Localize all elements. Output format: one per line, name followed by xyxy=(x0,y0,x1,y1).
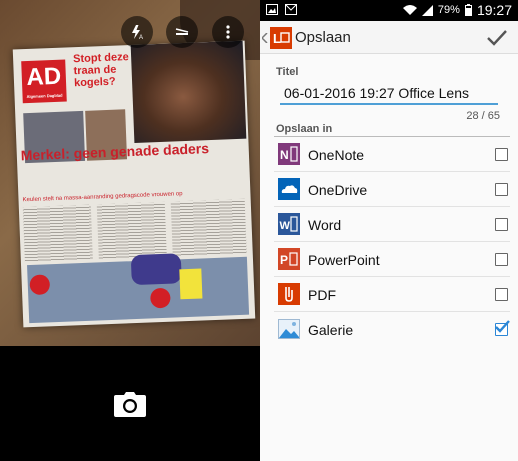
gallery-icon xyxy=(278,319,300,339)
destination-checkbox[interactable] xyxy=(495,288,508,301)
action-bar: L Opslaan xyxy=(260,21,518,54)
more-options-button[interactable] xyxy=(212,16,244,48)
camera-viewfinder: AD Algemeen Dagblad Stopt deze traan de … xyxy=(0,0,260,346)
more-vert-icon xyxy=(226,25,230,39)
destination-row-pdf[interactable]: PDF xyxy=(274,277,510,312)
title-input[interactable] xyxy=(280,83,498,105)
powerpoint-icon: P xyxy=(278,248,300,270)
document-mode-button[interactable] xyxy=(166,16,198,48)
svg-text:P: P xyxy=(280,253,288,267)
destination-label: PDF xyxy=(308,287,336,303)
wifi-icon xyxy=(402,4,417,15)
email-notification-icon xyxy=(285,4,297,15)
svg-text:W: W xyxy=(280,220,291,232)
flash-auto-icon: A xyxy=(132,25,143,40)
destination-checkbox-checked[interactable] xyxy=(495,320,510,336)
checkmark-icon xyxy=(495,320,510,333)
destination-row-word[interactable]: W Word xyxy=(274,207,510,242)
camera-icon xyxy=(114,392,146,417)
flash-auto-button[interactable]: A xyxy=(121,16,153,48)
destination-checkbox[interactable] xyxy=(495,253,508,266)
destination-label: Word xyxy=(308,217,342,233)
back-chevron-icon xyxy=(262,33,268,43)
status-bar: 79% 19:27 xyxy=(260,0,518,21)
page-title: Opslaan xyxy=(295,29,351,46)
destination-label: OneDrive xyxy=(308,182,368,198)
status-system: 79% 19:27 xyxy=(402,2,512,18)
destination-row-powerpoint[interactable]: P PowerPoint xyxy=(274,242,510,277)
office-lens-icon: L xyxy=(270,27,292,49)
newspaper-ad-box xyxy=(179,268,203,300)
battery-percentage: 79% xyxy=(437,4,460,16)
save-to-label: Opslaan in xyxy=(276,123,333,135)
newspaper-teaser: Stopt deze traan de kogels? xyxy=(72,51,129,90)
newspaper-logo: AD Algemeen Dagblad xyxy=(21,59,67,104)
onenote-icon: N xyxy=(278,143,300,165)
svg-text:A: A xyxy=(139,35,143,40)
newspaper-photo xyxy=(130,40,247,143)
camera-screen: AD Algemeen Dagblad Stopt deze traan de … xyxy=(0,0,260,461)
signal-icon xyxy=(421,4,433,16)
status-clock: 19:27 xyxy=(476,2,512,18)
character-counter: 28 / 65 xyxy=(466,110,500,122)
battery-icon xyxy=(464,4,472,16)
destination-row-onedrive[interactable]: OneDrive xyxy=(274,172,510,207)
destination-row-gallery[interactable]: Galerie xyxy=(274,312,510,347)
office-lens-logo[interactable]: L xyxy=(262,26,292,50)
newspaper-ad-badge xyxy=(130,253,182,286)
newspaper-column xyxy=(170,198,247,257)
shutter-button[interactable] xyxy=(112,390,148,420)
confirm-save-button[interactable] xyxy=(484,25,510,51)
svg-text:N: N xyxy=(280,148,289,162)
check-icon xyxy=(487,30,507,46)
destination-checkbox[interactable] xyxy=(495,148,508,161)
pdf-icon xyxy=(278,283,300,305)
newspaper-column xyxy=(22,204,93,263)
title-label: Titel xyxy=(276,66,299,78)
save-panel: 79% 19:27 L Opslaan Titel 28 / 65 Opslaa… xyxy=(260,0,518,461)
image-notification-icon xyxy=(266,4,278,15)
newspaper-column xyxy=(96,201,167,260)
onedrive-icon xyxy=(278,178,300,200)
newspaper-preview: AD Algemeen Dagblad Stopt deze traan de … xyxy=(12,40,256,328)
document-mode-icon xyxy=(175,28,189,35)
svg-text:L: L xyxy=(273,31,281,46)
status-notifications xyxy=(266,4,297,15)
destination-checkbox[interactable] xyxy=(495,218,508,231)
destination-row-onenote[interactable]: N OneNote xyxy=(274,137,510,172)
destination-label: Galerie xyxy=(308,322,354,338)
destination-checkbox[interactable] xyxy=(495,183,508,196)
destination-label: PowerPoint xyxy=(308,252,380,268)
destination-label: OneNote xyxy=(308,147,365,163)
word-icon: W xyxy=(278,213,300,235)
